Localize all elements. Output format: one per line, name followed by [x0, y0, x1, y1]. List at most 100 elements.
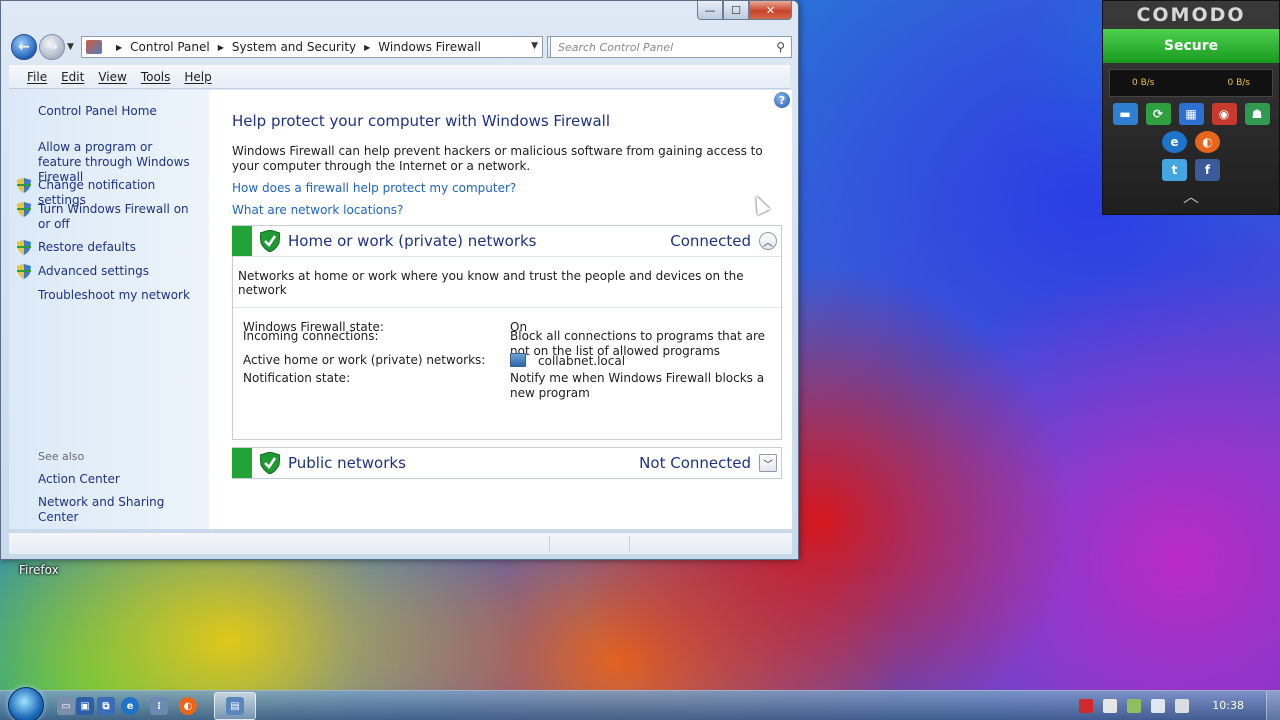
firefox-icon[interactable]: ◐	[1195, 131, 1220, 153]
twitter-icon[interactable]: t	[1162, 159, 1187, 181]
troubleshoot-network-link[interactable]: Troubleshoot my network	[38, 288, 198, 303]
killswitch-icon[interactable]: ◉	[1211, 103, 1237, 125]
public-network-title: Public networks	[288, 454, 406, 472]
status-divider	[549, 536, 550, 552]
status-divider	[629, 536, 630, 552]
network-icon	[510, 353, 526, 367]
breadcrumb-system-security[interactable]: System and Security	[232, 40, 356, 54]
maximize-button[interactable]: ☐	[723, 1, 749, 20]
address-bar[interactable]: ▶ Control Panel ▶ System and Security ▶ …	[81, 36, 543, 58]
detail-value-network: collabnet.local	[510, 353, 780, 369]
forward-button[interactable]: →	[39, 34, 65, 60]
detail-key: Notification state:	[243, 371, 351, 385]
sandbox-icon[interactable]: ▬	[1112, 103, 1138, 125]
recent-pages-dropdown[interactable]: ▼	[67, 42, 74, 52]
home-network-header[interactable]: Home or work (private) networks Connecte…	[232, 226, 781, 256]
show-desktop-button[interactable]	[1266, 691, 1280, 720]
control-panel-icon	[86, 40, 102, 54]
breadcrumb-separator[interactable]: ▶	[218, 43, 224, 52]
show-desktop-icon[interactable]: ▣	[76, 697, 94, 715]
breadcrumb-separator[interactable]: ▶	[116, 43, 122, 52]
address-dropdown[interactable]: ▼	[531, 41, 538, 51]
back-button[interactable]: ←	[11, 34, 37, 60]
help-icon[interactable]: ?	[774, 92, 790, 108]
status-color-bar	[232, 226, 252, 256]
home-network-status: Connected	[670, 232, 751, 250]
breadcrumb: ▶ Control Panel ▶ System and Security ▶ …	[108, 40, 481, 54]
facebook-icon[interactable]: f	[1195, 159, 1220, 181]
quicklaunch-divider-icon: ⁝	[150, 697, 168, 715]
menu-file[interactable]: File	[27, 70, 47, 84]
uac-shield-icon	[17, 178, 31, 193]
taskbar-firewall-button[interactable]: ▤	[214, 692, 256, 720]
traffic-out: 0 B/s	[1227, 78, 1250, 88]
turn-firewall-on-off-link[interactable]: Turn Windows Firewall on or off	[38, 202, 198, 232]
green-shield-check-icon	[260, 452, 280, 474]
status-color-bar	[232, 448, 252, 478]
advanced-settings-link[interactable]: Advanced settings	[38, 264, 198, 279]
detail-key: Active home or work (private) networks:	[243, 353, 486, 367]
tasks-icon[interactable]: ▦	[1178, 103, 1204, 125]
comodo-status[interactable]: Secure	[1103, 29, 1279, 63]
comodo-shortcuts-row: ▬ ⟳ ▦ ◉ ☗	[1103, 103, 1279, 125]
comodo-widget: COMODO Secure 0 B/s 0 B/s ▬ ⟳ ▦ ◉ ☗ e ◐ …	[1102, 0, 1280, 215]
comodo-browsers-row: e ◐	[1103, 131, 1279, 153]
public-network-header[interactable]: Public networks Not Connected ﹀	[232, 448, 781, 478]
control-panel-icon: ▤	[226, 697, 244, 715]
navigation-bar: ← → ▼ ▶ Control Panel ▶ System and Secur…	[9, 34, 792, 60]
home-network-title: Home or work (private) networks	[288, 232, 537, 250]
menu-edit[interactable]: Edit	[61, 70, 84, 84]
caption-buttons: — ☐ ✕	[697, 1, 792, 20]
breadcrumb-control-panel[interactable]: Control Panel	[130, 40, 210, 54]
see-also-heading: See also	[38, 450, 85, 463]
internet-explorer-icon[interactable]: e	[121, 697, 139, 715]
comodo-tray-icon[interactable]	[1079, 699, 1093, 713]
volume-muted-icon[interactable]	[1175, 699, 1189, 713]
action-center-tray-icon[interactable]	[1127, 699, 1141, 713]
close-button[interactable]: ✕	[749, 1, 792, 20]
public-network-status: Not Connected	[639, 454, 751, 472]
menu-view[interactable]: View	[98, 70, 126, 84]
network-name: collabnet.local	[538, 354, 626, 368]
left-pane: Control Panel Home Allow a program or fe…	[9, 90, 209, 529]
update-icon[interactable]: ⟳	[1145, 103, 1171, 125]
search-input[interactable]: Search Control Panel ⚲	[550, 36, 792, 58]
comodo-logo: COMODO	[1136, 4, 1246, 26]
menu-bar: File Edit View Tools Help	[9, 65, 790, 89]
green-shield-check-icon	[260, 230, 280, 252]
menu-tools[interactable]: Tools	[141, 70, 171, 84]
network-sharing-center-link[interactable]: Network and Sharing Center	[38, 495, 198, 525]
internet-explorer-icon[interactable]: e	[1162, 131, 1187, 153]
minimize-button[interactable]: —	[697, 1, 723, 20]
notes-tray-icon[interactable]	[1103, 699, 1117, 713]
comodo-social-row: t f	[1103, 159, 1279, 181]
detail-key: Incoming connections:	[243, 329, 379, 343]
firefox-icon[interactable]: ◐	[179, 697, 197, 715]
breadcrumb-windows-firewall[interactable]: Windows Firewall	[378, 40, 481, 54]
desktop-icon-firefox-label[interactable]: Firefox	[19, 563, 59, 577]
status-bar	[9, 532, 792, 554]
traffic-in: 0 B/s	[1132, 78, 1155, 88]
action-center-link[interactable]: Action Center	[38, 472, 198, 487]
restore-defaults-link[interactable]: Restore defaults	[38, 240, 198, 255]
uac-shield-icon	[17, 240, 31, 255]
collapse-chevron-icon[interactable]: ︿	[759, 232, 777, 250]
breadcrumb-separator[interactable]: ▶	[364, 43, 370, 52]
how-firewall-helps-link[interactable]: How does a firewall help protect my comp…	[232, 181, 516, 195]
menu-help[interactable]: Help	[184, 70, 211, 84]
support-icon[interactable]: ☗	[1244, 103, 1270, 125]
network-tray-icon[interactable]	[1151, 699, 1165, 713]
switch-windows-icon[interactable]: ⧉	[97, 697, 115, 715]
collapse-chevron-up-icon[interactable]: ︿	[1103, 183, 1279, 207]
expand-chevron-icon[interactable]: ﹀	[759, 454, 777, 472]
home-network-description: Networks at home or work where you know …	[233, 256, 781, 308]
quicklaunch-icon[interactable]: ▭	[57, 697, 75, 715]
start-button[interactable]	[8, 687, 44, 720]
network-locations-link[interactable]: What are network locations?	[232, 203, 403, 217]
uac-shield-icon	[17, 202, 31, 217]
control-panel-home-link[interactable]: Control Panel Home	[38, 104, 198, 119]
firewall-window: — ☐ ✕ ← → ▼ ▶ Control Panel ▶ System and…	[0, 0, 799, 560]
content-area: Control Panel Home Allow a program or fe…	[9, 90, 792, 529]
search-icon[interactable]: ⚲	[776, 40, 785, 54]
clock[interactable]: 10:38	[1212, 699, 1244, 712]
